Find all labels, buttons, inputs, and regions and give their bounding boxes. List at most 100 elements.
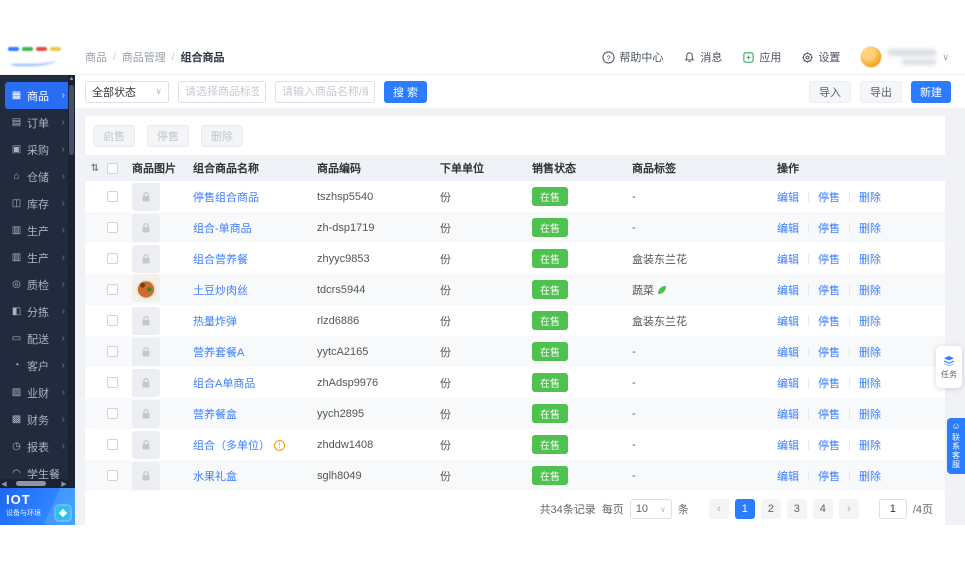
edit-link[interactable]: 编辑 bbox=[777, 409, 799, 421]
search-button[interactable]: 搜 索 bbox=[384, 81, 427, 103]
edit-link[interactable]: 编辑 bbox=[777, 440, 799, 452]
sidebar-vertical-scrollbar[interactable]: ▲ bbox=[68, 75, 75, 488]
batch-stop-sale-button[interactable]: 停售 bbox=[147, 125, 189, 147]
row-checkbox[interactable] bbox=[107, 253, 118, 264]
prev-page-button[interactable]: ‹ bbox=[709, 499, 729, 519]
keyword-input[interactable] bbox=[282, 86, 368, 98]
sidebar-item[interactable]: ▤ 订单 › bbox=[5, 109, 70, 136]
stop-sale-link[interactable]: 停售 bbox=[818, 471, 840, 483]
sidebar-item[interactable]: ▨ 业财 › bbox=[5, 379, 70, 406]
delete-link[interactable]: 删除 bbox=[859, 316, 881, 328]
apps-link[interactable]: 应用 bbox=[742, 49, 781, 65]
stop-sale-link[interactable]: 停售 bbox=[818, 347, 840, 359]
row-checkbox[interactable] bbox=[107, 346, 118, 357]
delete-link[interactable]: 删除 bbox=[859, 285, 881, 297]
row-checkbox[interactable] bbox=[107, 284, 118, 295]
scrollbar-thumb[interactable] bbox=[69, 85, 74, 155]
user-menu[interactable]: ∨ bbox=[860, 46, 949, 68]
iot-banner[interactable]: IOT 设备与环境 bbox=[0, 488, 75, 525]
edit-link[interactable]: 编辑 bbox=[777, 347, 799, 359]
status-select[interactable]: 全部状态 ∨ bbox=[85, 81, 169, 103]
stop-sale-link[interactable]: 停售 bbox=[818, 223, 840, 235]
column-sort-icon[interactable]: ⇅ bbox=[91, 163, 99, 174]
row-checkbox[interactable] bbox=[107, 191, 118, 202]
delete-link[interactable]: 删除 bbox=[859, 347, 881, 359]
sidebar-item[interactable]: ◫ 库存 › bbox=[5, 190, 70, 217]
sidebar-item[interactable]: ◷ 报表 › bbox=[5, 433, 70, 460]
product-name-link[interactable]: 营养套餐A bbox=[193, 347, 244, 359]
page-number-button[interactable]: 3 bbox=[787, 499, 807, 519]
product-name-link[interactable]: 土豆炒肉丝 bbox=[193, 285, 248, 297]
delete-link[interactable]: 删除 bbox=[859, 192, 881, 204]
help-center-link[interactable]: ? 帮助中心 bbox=[602, 49, 663, 65]
edit-link[interactable]: 编辑 bbox=[777, 285, 799, 297]
delete-link[interactable]: 删除 bbox=[859, 440, 881, 452]
edit-link[interactable]: 编辑 bbox=[777, 192, 799, 204]
delete-link[interactable]: 删除 bbox=[859, 409, 881, 421]
product-name-link[interactable]: 停售组合商品 bbox=[193, 192, 259, 204]
stop-sale-link[interactable]: 停售 bbox=[818, 378, 840, 390]
sidebar-horizontal-scrollbar[interactable]: ◀ ▶ bbox=[0, 479, 68, 488]
product-name-link[interactable]: 组合（多单位） bbox=[193, 440, 270, 452]
sidebar-item[interactable]: ◧ 分拣 › bbox=[5, 298, 70, 325]
task-float-button[interactable]: 任务 bbox=[936, 346, 962, 388]
product-name-link[interactable]: 组合-单商品 bbox=[193, 223, 252, 235]
sidebar-item[interactable]: ◔ 客户 › bbox=[5, 352, 70, 379]
scroll-left-icon[interactable]: ◀ bbox=[0, 480, 8, 488]
warning-info-icon[interactable]: ! bbox=[274, 440, 285, 451]
batch-delete-button[interactable]: 删除 bbox=[201, 125, 243, 147]
scroll-right-icon[interactable]: ▶ bbox=[60, 480, 68, 488]
customer-service-tab[interactable]: ☺ 联系客服 bbox=[947, 418, 965, 474]
page-jump-input[interactable] bbox=[879, 499, 907, 519]
batch-start-sale-button[interactable]: 启售 bbox=[93, 125, 135, 147]
stop-sale-link[interactable]: 停售 bbox=[818, 409, 840, 421]
stop-sale-link[interactable]: 停售 bbox=[818, 254, 840, 266]
per-page-select[interactable]: 10 ∨ bbox=[630, 499, 672, 519]
breadcrumb-item[interactable]: 商品管理 bbox=[122, 49, 166, 65]
edit-link[interactable]: 编辑 bbox=[777, 316, 799, 328]
sidebar-item[interactable]: ▣ 采购 › bbox=[5, 136, 70, 163]
row-checkbox[interactable] bbox=[107, 315, 118, 326]
sidebar-item[interactable]: ⌂ 仓储 › bbox=[5, 163, 70, 190]
import-button[interactable]: 导入 bbox=[809, 81, 851, 103]
select-all-checkbox[interactable] bbox=[107, 163, 118, 174]
sidebar-item[interactable]: ▥ 生产 › bbox=[5, 244, 70, 271]
delete-link[interactable]: 删除 bbox=[859, 471, 881, 483]
sidebar-item[interactable]: ▥ 生产 › bbox=[5, 217, 70, 244]
edit-link[interactable]: 编辑 bbox=[777, 471, 799, 483]
stop-sale-link[interactable]: 停售 bbox=[818, 440, 840, 452]
page-number-button[interactable]: 2 bbox=[761, 499, 781, 519]
delete-link[interactable]: 删除 bbox=[859, 223, 881, 235]
product-name-link[interactable]: 水果礼盒 bbox=[193, 471, 237, 483]
next-page-button[interactable]: › bbox=[839, 499, 859, 519]
export-button[interactable]: 导出 bbox=[860, 81, 902, 103]
sidebar-item[interactable]: ◎ 质检 › bbox=[5, 271, 70, 298]
stop-sale-link[interactable]: 停售 bbox=[818, 192, 840, 204]
delete-link[interactable]: 删除 bbox=[859, 378, 881, 390]
row-checkbox[interactable] bbox=[107, 439, 118, 450]
create-button[interactable]: 新建 bbox=[911, 81, 951, 103]
row-checkbox[interactable] bbox=[107, 470, 118, 481]
product-name-link[interactable]: 组合A单商品 bbox=[193, 378, 255, 390]
settings-link[interactable]: 设置 bbox=[801, 49, 840, 65]
page-number-button[interactable]: 1 bbox=[735, 499, 755, 519]
scrollbar-thumb[interactable] bbox=[16, 481, 46, 486]
tag-filter-input[interactable] bbox=[185, 86, 259, 98]
product-name-link[interactable]: 营养餐盒 bbox=[193, 409, 237, 421]
row-checkbox[interactable] bbox=[107, 408, 118, 419]
product-name-link[interactable]: 热量炸弹 bbox=[193, 316, 237, 328]
messages-link[interactable]: 消息 bbox=[683, 49, 722, 65]
stop-sale-link[interactable]: 停售 bbox=[818, 316, 840, 328]
delete-link[interactable]: 删除 bbox=[859, 254, 881, 266]
edit-link[interactable]: 编辑 bbox=[777, 223, 799, 235]
stop-sale-link[interactable]: 停售 bbox=[818, 285, 840, 297]
product-name-link[interactable]: 组合营养餐 bbox=[193, 254, 248, 266]
page-number-button[interactable]: 4 bbox=[813, 499, 833, 519]
scroll-up-icon[interactable]: ▲ bbox=[68, 75, 75, 84]
sidebar-item[interactable]: ▦ 商品 › bbox=[5, 82, 70, 109]
sidebar-item[interactable]: ▩ 财务 › bbox=[5, 406, 70, 433]
breadcrumb-item[interactable]: 商品 bbox=[85, 49, 107, 65]
sidebar-item[interactable]: ▭ 配送 › bbox=[5, 325, 70, 352]
row-checkbox[interactable] bbox=[107, 377, 118, 388]
row-checkbox[interactable] bbox=[107, 222, 118, 233]
